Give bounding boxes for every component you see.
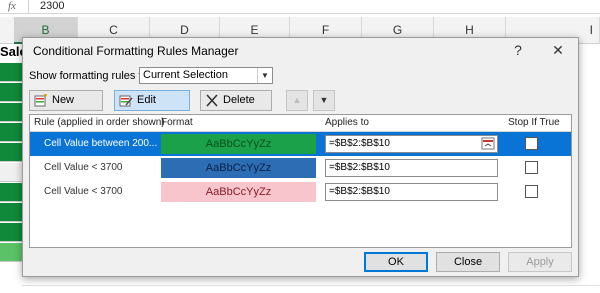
green-cell[interactable] [0, 203, 22, 222]
applies-to-field[interactable]: =$B$2:$B$10 [325, 183, 498, 201]
stop-if-true-checkbox[interactable] [525, 161, 538, 174]
grid-line [22, 285, 600, 286]
formula-divider [28, 0, 29, 14]
format-preview: AaBbCcYyZz [161, 134, 316, 154]
chevron-down-icon[interactable]: ▼ [257, 68, 272, 83]
green-cell[interactable] [0, 183, 22, 202]
new-rule-button[interactable]: New Rule... [29, 90, 103, 125]
green-cell[interactable] [0, 63, 22, 82]
new-rule-icon [34, 94, 47, 107]
applies-to-field[interactable]: =$B$2:$B$10 [325, 159, 498, 177]
green-cell[interactable] [0, 143, 22, 162]
close-icon[interactable]: ✕ [544, 40, 572, 60]
applies-to-field[interactable]: =$B$2:$B$10 [325, 135, 498, 153]
edit-rule-icon [119, 95, 133, 107]
close-button[interactable]: Close [436, 252, 500, 272]
header-stop-if-true: Stop If True [508, 117, 560, 128]
rule-row[interactable]: Cell Value < 3700 AaBbCcYyZz =$B$2:$B$10 [30, 180, 571, 204]
show-rules-label: Show formatting rules for: [29, 70, 155, 82]
green-cell[interactable] [0, 103, 22, 122]
header-rule: Rule (applied in order shown) [34, 117, 165, 128]
formula-value[interactable]: 2300 [40, 0, 64, 12]
green-cell[interactable] [0, 123, 22, 142]
rule-name: Cell Value < 3700 [44, 162, 123, 173]
format-preview: AaBbCcYyZz [161, 182, 316, 202]
rule-row[interactable]: Cell Value < 3700 AaBbCcYyZz =$B$2:$B$10 [30, 156, 571, 180]
format-preview: AaBbCcYyZz [161, 158, 316, 178]
applies-to-value: =$B$2:$B$10 [329, 138, 390, 149]
green-cell[interactable] [0, 243, 22, 262]
rule-row[interactable]: Cell Value between 200... AaBbCcYyZz =$B… [30, 132, 571, 156]
show-rules-select[interactable]: Current Selection ▼ [139, 67, 273, 84]
apply-button[interactable]: Apply [508, 252, 572, 272]
rule-name: Cell Value between 200... [44, 138, 158, 149]
move-down-button[interactable]: ▼ [313, 90, 335, 111]
applies-to-value: =$B$2:$B$10 [329, 162, 390, 173]
plain-cell[interactable] [0, 163, 22, 182]
header-applies-to: Applies to [325, 117, 369, 128]
rule-name: Cell Value < 3700 [44, 186, 123, 197]
show-rules-value: Current Selection [143, 69, 228, 81]
green-cell[interactable] [0, 223, 22, 242]
stop-if-true-checkbox[interactable] [525, 137, 538, 150]
rules-toolbar: New Rule... Edit Rule... Delete Rule ▲ ▼ [29, 89, 572, 125]
help-button[interactable]: ? [504, 40, 532, 60]
range-select-icon[interactable] [481, 137, 495, 150]
delete-rule-button[interactable]: Delete Rule [200, 90, 272, 125]
fx-label: fx [8, 0, 16, 12]
stop-if-true-checkbox[interactable] [525, 185, 538, 198]
green-cell[interactable] [0, 83, 22, 102]
formula-bar [0, 0, 600, 14]
rules-manager-dialog: Conditional Formatting Rules Manager ? ✕… [22, 37, 579, 277]
applies-to-value: =$B$2:$B$10 [329, 186, 390, 197]
rules-table: Rule (applied in order shown) Format App… [29, 114, 572, 248]
header-format: Format [161, 117, 193, 128]
delete-x-icon [206, 94, 218, 107]
ok-button[interactable]: OK [364, 252, 428, 272]
dialog-title: Conditional Formatting Rules Manager [33, 44, 239, 58]
move-up-button[interactable]: ▲ [286, 90, 308, 111]
edit-rule-button[interactable]: Edit Rule... [114, 90, 190, 125]
